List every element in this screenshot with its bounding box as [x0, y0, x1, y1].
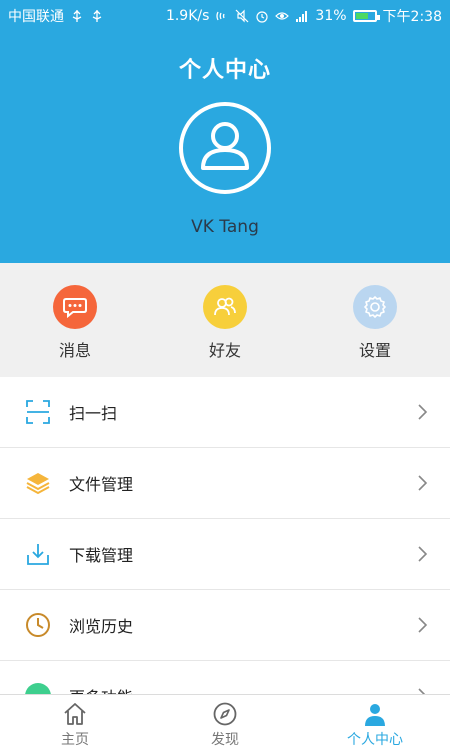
person-icon — [365, 704, 385, 726]
usb-icon — [72, 10, 82, 22]
clock-icon — [23, 610, 53, 640]
quick-action-label: 好友 — [208, 341, 241, 360]
menu-item-label: 下载管理 — [69, 546, 134, 565]
chevron-right-icon — [418, 546, 428, 562]
network-speed: 1.9K/s — [165, 8, 210, 24]
tab-label: 主页 — [61, 732, 89, 748]
battery-percent: 31% — [315, 8, 347, 24]
menu-item-scan[interactable]: 扫一扫 — [0, 377, 450, 448]
person-icon — [201, 122, 249, 170]
usb-icon — [92, 10, 102, 22]
tab-discover[interactable]: 发现 — [150, 695, 300, 754]
home-icon — [64, 703, 86, 725]
chevron-right-icon — [418, 404, 428, 420]
menu-list: 扫一扫 文件管理 下载管理 浏览历史 更多功能 — [0, 377, 450, 732]
carrier-label: 中国联通 — [8, 9, 64, 25]
quick-action-label: 消息 — [58, 341, 91, 360]
layers-icon — [23, 468, 53, 498]
chevron-right-icon — [418, 617, 428, 633]
tab-label: 发现 — [211, 732, 239, 748]
quick-action-settings[interactable]: 设置 — [300, 263, 450, 377]
gear-icon — [353, 285, 397, 329]
nfc-icon — [216, 11, 226, 21]
friends-icon — [203, 285, 247, 329]
menu-item-browse-history[interactable]: 浏览历史 — [0, 590, 450, 661]
scan-icon — [23, 397, 53, 427]
menu-item-label: 浏览历史 — [69, 617, 134, 636]
compass-icon — [213, 702, 237, 726]
quick-action-friends[interactable]: 好友 — [150, 263, 300, 377]
bottom-tab-bar: 主页 发现 个人中心 — [0, 694, 450, 754]
page-title: 个人中心 — [178, 58, 271, 83]
signal-icon — [296, 11, 308, 22]
menu-item-label: 扫一扫 — [69, 404, 118, 423]
quick-actions: 消息 好友 设置 — [0, 263, 450, 377]
alarm-icon — [256, 11, 269, 23]
battery-icon — [352, 10, 380, 22]
tab-profile[interactable]: 个人中心 — [300, 695, 450, 754]
menu-item-download-manager[interactable]: 下载管理 — [0, 519, 450, 590]
status-bar: 中国联通 1.9K/s 31% 下午2:38 — [0, 0, 450, 32]
avatar[interactable] — [179, 102, 271, 194]
eye-icon — [275, 12, 290, 20]
username: VK Tang — [191, 217, 259, 237]
quick-action-messages[interactable]: 消息 — [0, 263, 150, 377]
chevron-right-icon — [418, 475, 428, 491]
menu-item-label: 文件管理 — [69, 475, 134, 494]
clock-time: 下午2:38 — [382, 9, 442, 25]
profile-header: 个人中心 VK Tang — [0, 32, 450, 263]
chat-bubble-icon — [53, 285, 97, 329]
tab-label: 个人中心 — [347, 732, 403, 748]
mute-icon — [235, 9, 249, 23]
tab-home[interactable]: 主页 — [0, 695, 150, 754]
download-icon — [23, 539, 53, 569]
menu-item-file-manager[interactable]: 文件管理 — [0, 448, 450, 519]
quick-action-label: 设置 — [358, 341, 391, 360]
